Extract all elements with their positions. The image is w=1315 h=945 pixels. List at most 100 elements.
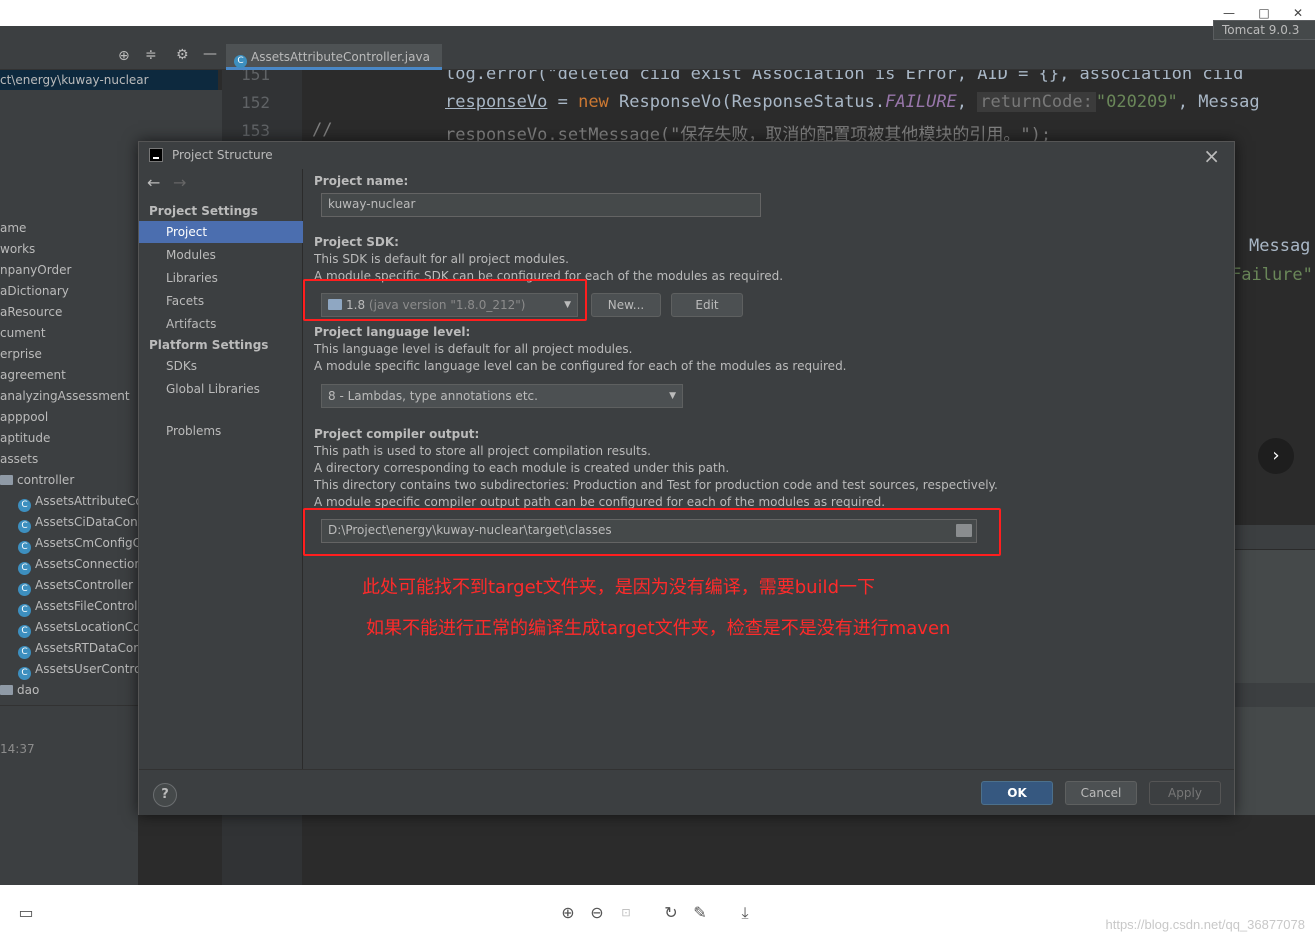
forward-arrow-icon[interactable]: →: [173, 173, 186, 192]
tree-folder-dao[interactable]: dao: [0, 680, 39, 701]
sidebar-item-global-libraries[interactable]: Global Libraries: [139, 378, 303, 400]
chevron-down-icon: ▼: [669, 391, 676, 401]
next-image-icon[interactable]: ›: [1258, 438, 1294, 474]
ok-button[interactable]: OK: [981, 781, 1053, 805]
tree-class-item[interactable]: C AssetsCiDataCont: [18, 512, 142, 533]
sidebar-item-modules[interactable]: Modules: [139, 244, 303, 266]
tree-class-label: AssetsLocationCo: [35, 620, 141, 634]
collapse-icon[interactable]: ≑: [145, 47, 157, 63]
tree-item[interactable]: aDictionary: [0, 281, 69, 302]
editor-tabs: C AssetsAttributeController.java: [222, 44, 1315, 70]
cancel-button[interactable]: Cancel: [1065, 781, 1137, 805]
language-level-select[interactable]: 8 - Lambdas, type annotations etc. ▼: [321, 384, 683, 408]
download-icon[interactable]: ⤓: [734, 902, 756, 924]
sidebar-item-project[interactable]: Project: [139, 221, 303, 243]
class-icon: C: [18, 520, 31, 533]
tree-item[interactable]: agreement: [0, 365, 66, 386]
annotation-box-compiler-output: [303, 508, 1001, 556]
code-token: ,: [956, 92, 978, 112]
tree-class-item[interactable]: C AssetsController: [18, 575, 133, 596]
sidebar-item-libraries[interactable]: Libraries: [139, 267, 303, 289]
class-icon: C: [18, 646, 31, 659]
zoom-in-icon[interactable]: ⊕: [557, 902, 579, 924]
settings-sidebar: ← → Project Settings Project Modules Lib…: [139, 169, 303, 769]
tree-class-label: AssetsCiDataCont: [35, 515, 143, 529]
sidebar-item-sdks[interactable]: SDKs: [139, 355, 303, 377]
project-name-label: Project name:: [314, 174, 409, 188]
apply-button[interactable]: Apply: [1149, 781, 1221, 805]
tree-item[interactable]: apppool: [0, 407, 48, 428]
dialog-titlebar: Project Structure ×: [139, 142, 1234, 169]
locate-icon[interactable]: ⊕: [118, 48, 130, 64]
rotate-icon[interactable]: ↻: [660, 902, 682, 924]
tree-item[interactable]: assets: [0, 449, 38, 470]
project-path-text: ct\energy\kuway-nuclear: [0, 73, 149, 87]
ide-bottom-panel: 14:37: [0, 705, 138, 885]
tree-item[interactable]: cument: [0, 323, 46, 344]
class-icon: C: [234, 55, 247, 68]
tree-item[interactable]: works: [0, 239, 35, 260]
tree-class-item[interactable]: C AssetsUserContro: [18, 659, 141, 680]
tree-item[interactable]: aptitude: [0, 428, 50, 449]
ide-toolbar: [0, 26, 1315, 44]
project-sdk-label: Project SDK:: [314, 235, 399, 249]
language-level-value: 8 - Lambdas, type annotations etc.: [328, 389, 538, 403]
zoom-out-icon[interactable]: ⊖: [586, 902, 608, 924]
tab-assets-attribute-controller[interactable]: C AssetsAttributeController.java: [226, 44, 442, 70]
project-name-input[interactable]: kuway-nuclear: [321, 193, 761, 217]
compiler-description: This directory contains two subdirectori…: [314, 478, 998, 492]
code-token: new: [578, 92, 609, 112]
language-description: A module specific language level can be …: [314, 359, 847, 373]
tree-item[interactable]: npanyOrder: [0, 260, 71, 281]
compiler-description: A directory corresponding to each module…: [314, 461, 730, 475]
tree-class-item[interactable]: C AssetsAttributeCo: [18, 491, 143, 512]
compiler-description: A module specific compiler output path c…: [314, 495, 886, 509]
viewer-toolbar: ▭ ⊕ ⊖ ⊡ ↻ ✎ ⤓ https://blog.csdn.net/qq_3…: [0, 885, 1315, 945]
nav-section-project-settings: Project Settings: [149, 204, 258, 218]
gear-icon[interactable]: ⚙: [176, 47, 189, 63]
tree-item[interactable]: erprise: [0, 344, 42, 365]
code-fragment: Failure": [1231, 265, 1313, 285]
class-icon: C: [18, 625, 31, 638]
thumbnail-icon[interactable]: ▭: [15, 902, 37, 924]
line-number: 153: [241, 121, 270, 140]
folder-icon: [0, 475, 13, 485]
help-button[interactable]: ?: [153, 783, 177, 807]
project-path-row[interactable]: ct\energy\kuway-nuclear: [0, 70, 218, 90]
edit-sdk-button[interactable]: Edit: [671, 293, 743, 317]
tree-item[interactable]: analyzingAssessment: [0, 386, 130, 407]
sidebar-item-facets[interactable]: Facets: [139, 290, 303, 312]
tree-class-item[interactable]: C AssetsLocationCo: [18, 617, 141, 638]
close-icon[interactable]: ×: [1203, 144, 1220, 168]
annotation-box-sdk: [303, 279, 587, 321]
code-token: =: [547, 92, 579, 112]
tree-class-item[interactable]: C AssetsCmConfigC: [18, 533, 141, 554]
tree-class-label: AssetsRTDataCon: [35, 641, 141, 655]
run-config-select[interactable]: Tomcat 9.0.3: [1213, 20, 1315, 40]
ide-panel-block: [1235, 550, 1315, 683]
sidebar-item-problems[interactable]: Problems: [139, 420, 303, 442]
class-icon: C: [18, 499, 31, 512]
tree-item[interactable]: aResource: [0, 302, 62, 323]
tree-class-label: AssetsUserContro: [35, 662, 142, 676]
tree-class-item[interactable]: C AssetsRTDataCon: [18, 638, 141, 659]
edit-pencil-icon[interactable]: ✎: [689, 902, 711, 924]
tree-class-item[interactable]: C AssetsFileControll: [18, 596, 141, 617]
new-sdk-button[interactable]: New...: [591, 293, 661, 317]
hide-panel-icon[interactable]: —: [203, 46, 217, 62]
ide-bottom-right-panel: [570, 815, 1315, 885]
sidebar-item-artifacts[interactable]: Artifacts: [139, 313, 303, 335]
language-level-label: Project language level:: [314, 325, 471, 339]
code-line-151: log.error("deleted ciid exist Associatio…: [445, 70, 1244, 84]
sdk-description: This SDK is default for all project modu…: [314, 252, 569, 266]
tree-class-item[interactable]: C AssetsConnection: [18, 554, 142, 575]
ide-panel-block: [1235, 707, 1315, 817]
viewer-titlebar: — □ ✕: [0, 0, 1315, 26]
back-arrow-icon[interactable]: ←: [147, 173, 160, 192]
code-line-152: responseVo = new ResponseVo(ResponseStat…: [445, 92, 1260, 112]
tree-item[interactable]: ame: [0, 218, 26, 239]
code-token: responseVo: [445, 92, 548, 112]
actual-size-icon[interactable]: ⊡: [615, 902, 637, 924]
code-token: "020209": [1095, 92, 1178, 112]
tree-folder-controller[interactable]: controller: [0, 470, 74, 491]
